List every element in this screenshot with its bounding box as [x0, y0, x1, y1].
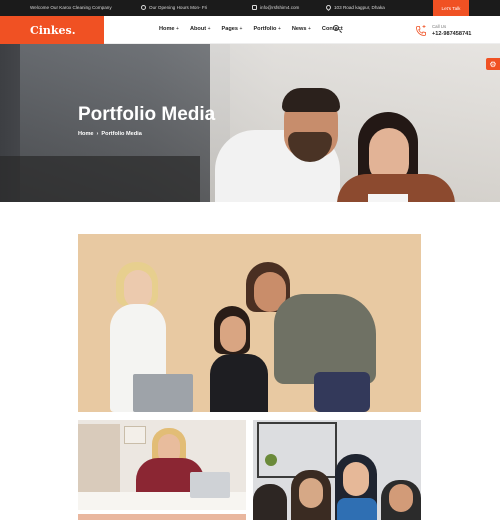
person-right-shirt — [274, 294, 376, 384]
main-header: Cinkes. Home + About + Pages + Portfolio + N… — [0, 16, 500, 44]
gear-icon: ⚙ — [489, 59, 497, 69]
breadcrumb-separator: › — [96, 131, 99, 137]
breadcrumb-home[interactable]: Home — [78, 131, 94, 137]
page-hero-banner — [0, 44, 500, 202]
person-1 — [253, 484, 287, 520]
portfolio-image-office-woman[interactable] — [78, 420, 246, 510]
person-center-top — [210, 354, 268, 412]
nav-portfolio-plus: + — [277, 26, 281, 32]
call-us-block[interactable]: Call Us +12-987458741 — [415, 23, 471, 39]
nav-item-home[interactable]: Home + — [159, 26, 179, 32]
bookshelf — [78, 424, 120, 498]
nav-item-about[interactable]: About + — [190, 26, 211, 32]
mail-icon — [252, 5, 257, 10]
phone-number[interactable]: +12-987458741 — [432, 30, 471, 39]
search-icon[interactable] — [333, 25, 339, 31]
shelf — [257, 422, 337, 478]
wall-frame — [124, 426, 146, 444]
phone-icon — [416, 24, 426, 36]
call-text: Call Us +12-987458741 — [432, 23, 471, 39]
portfolio-image-team-group[interactable] — [253, 420, 421, 520]
page-title: Portfolio Media — [78, 104, 216, 125]
hero-background-desk — [0, 156, 200, 202]
person-2-face — [299, 478, 323, 508]
nav-item-news[interactable]: News + — [292, 26, 311, 32]
breadcrumb: Home › Portfolio Media — [78, 131, 142, 137]
pin-icon — [324, 3, 333, 12]
laptop — [190, 472, 230, 498]
breadcrumb-current: Portfolio Media — [101, 131, 142, 137]
opening-hours: Our Opening Hours Mon- Fri — [141, 5, 207, 10]
plant — [265, 454, 277, 466]
welcome-text: Welcome Our Karox Cleaning Company — [30, 5, 112, 10]
portfolio-image-main[interactable] — [78, 234, 421, 412]
person-right-jeans — [314, 372, 370, 412]
person-4-face — [389, 484, 413, 512]
nav-item-pages[interactable]: Pages + — [222, 26, 243, 32]
person-center-face — [220, 316, 246, 352]
settings-gear-tab[interactable]: ⚙ — [486, 58, 500, 70]
lets-talk-button[interactable]: Let's Talk — [433, 0, 469, 16]
site-logo[interactable]: Cinkes. — [0, 16, 104, 44]
laptop — [133, 374, 193, 412]
nav-item-portfolio[interactable]: Portfolio + — [253, 26, 280, 32]
nav-pages-plus: + — [239, 26, 243, 32]
nav-pages-label[interactable]: Pages — [222, 26, 238, 32]
person-left-face — [124, 270, 152, 308]
address-text: 103 Road kagpur, Dhaka — [334, 5, 385, 10]
nav-about-label[interactable]: About — [190, 26, 206, 32]
portfolio-image-next-row[interactable] — [78, 514, 246, 520]
main-nav: Home + About + Pages + Portfolio + News + Con… — [159, 26, 343, 32]
person-3-face — [343, 462, 369, 496]
hero-woman-shirt — [368, 194, 408, 202]
call-label: Call Us — [432, 24, 447, 29]
nav-news-plus: + — [308, 26, 311, 32]
email-link[interactable]: info@rsfshim4.com — [252, 5, 299, 10]
nav-home-plus: + — [176, 26, 179, 32]
nav-news-label[interactable]: News — [292, 26, 307, 32]
nav-about-plus: + — [207, 26, 211, 32]
hero-man-hair — [282, 88, 340, 112]
nav-portfolio-label[interactable]: Portfolio — [253, 26, 276, 32]
opening-hours-text: Our Opening Hours Mon- Fri — [149, 5, 208, 10]
email-text[interactable]: info@rsfshim4.com — [260, 5, 299, 10]
address: 103 Road kagpur, Dhaka — [324, 3, 385, 12]
top-info-bar: Welcome Our Karox Cleaning Company Our O… — [0, 0, 500, 16]
clock-icon — [141, 5, 146, 10]
nav-home-label[interactable]: Home — [159, 26, 175, 32]
person-3-shirt — [337, 498, 377, 520]
